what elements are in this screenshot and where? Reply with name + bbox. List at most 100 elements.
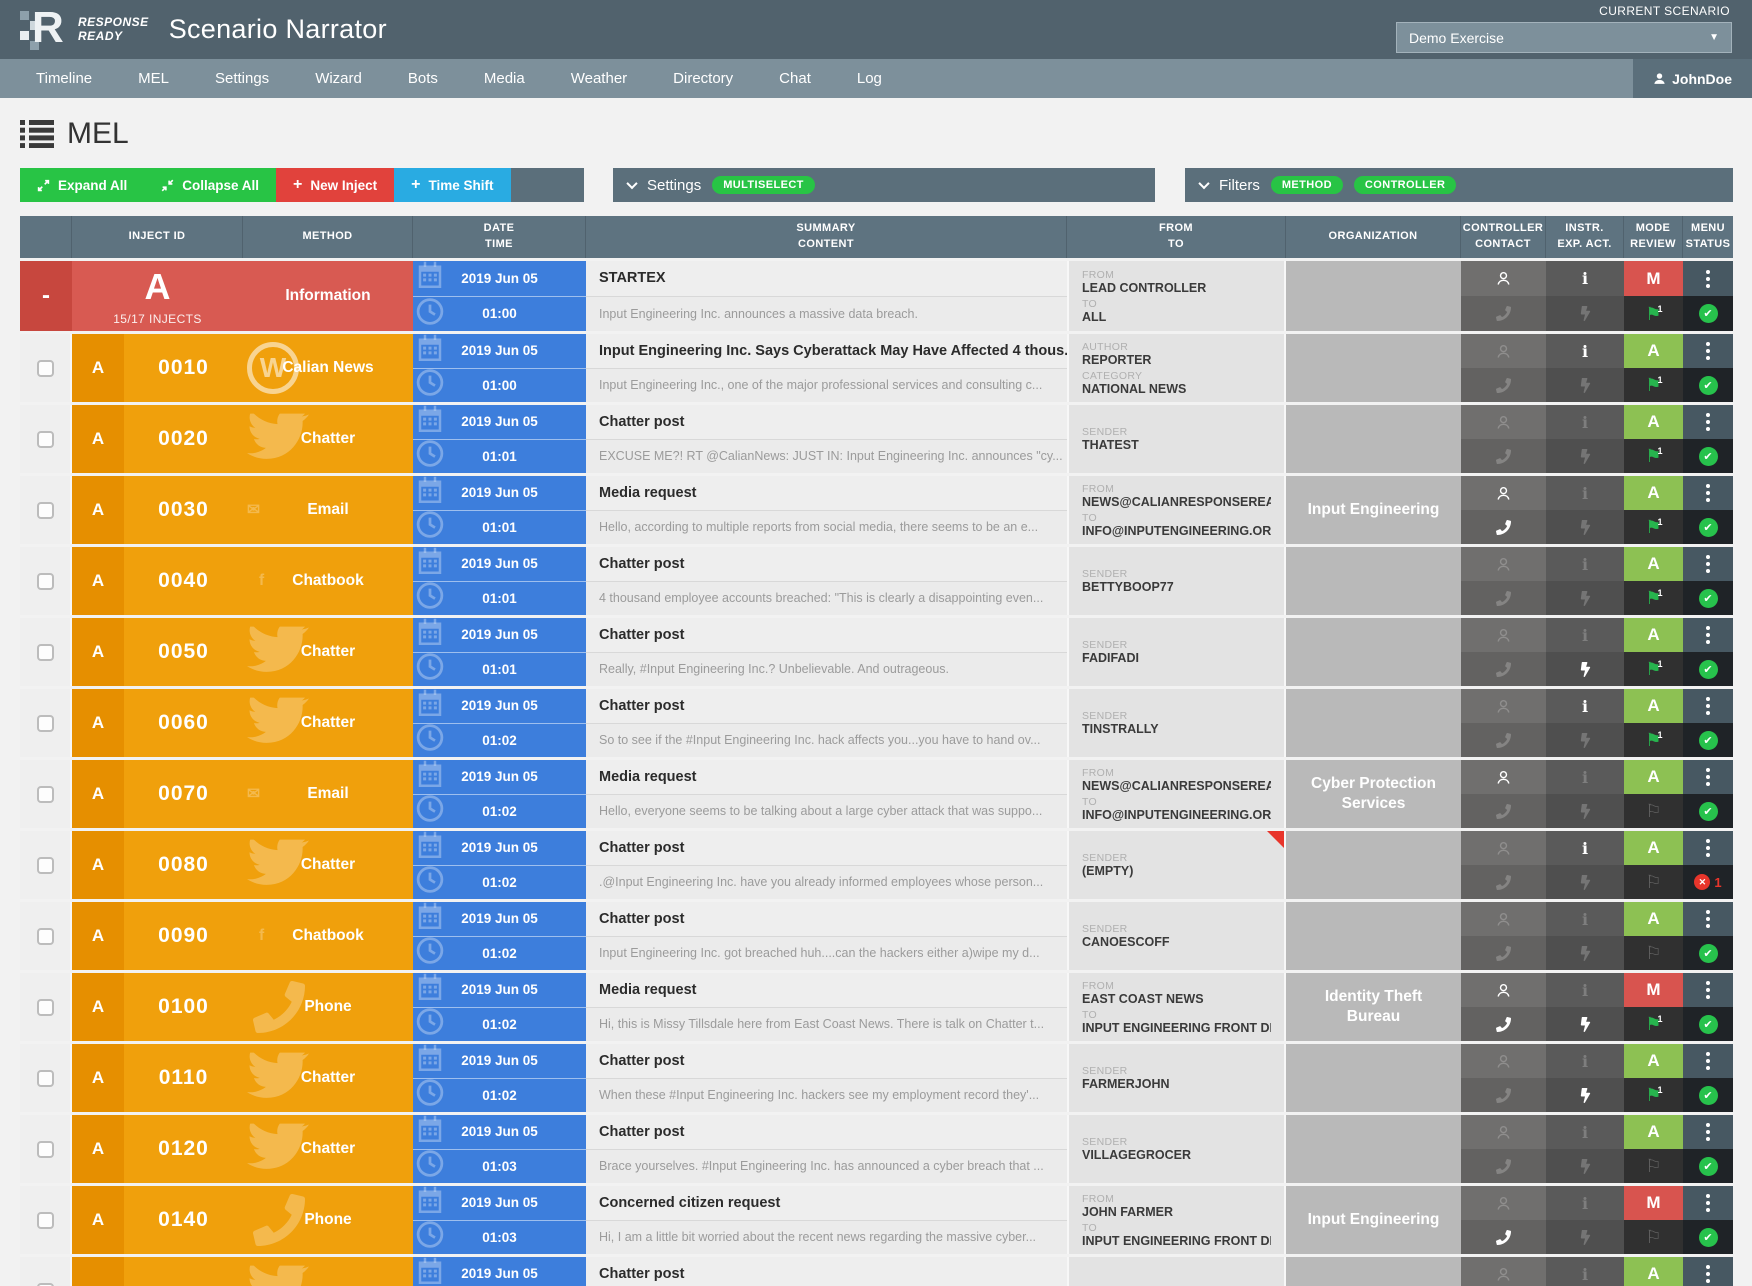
- row-checkbox[interactable]: [37, 502, 54, 519]
- row-select-cell: [20, 1044, 72, 1112]
- mel-inject-row[interactable]: A 0090 fChatbook 2019 Jun 05 01:02 Chatt…: [20, 902, 1733, 970]
- row-checkbox[interactable]: [37, 928, 54, 945]
- filters-panel-toggle[interactable]: Filters METHOD CONTROLLER: [1185, 168, 1733, 202]
- instr-exp-act-cell: i: [1546, 831, 1624, 899]
- inject-prefix-cell: A: [72, 547, 124, 615]
- inject-date: 2019 Jun 05: [461, 1266, 538, 1281]
- from-to-cell: AUTHORREPORTERCATEGORYNATIONAL NEWS: [1067, 334, 1286, 402]
- nav-item-wizard[interactable]: Wizard: [292, 59, 385, 98]
- row-checkbox[interactable]: [37, 360, 54, 377]
- bolt-icon: [1580, 306, 1591, 321]
- row-menu-kebab-icon[interactable]: [1706, 626, 1710, 644]
- row-checkbox[interactable]: [37, 1141, 54, 1158]
- row-checkbox[interactable]: [37, 1070, 54, 1087]
- person-icon: [1495, 1053, 1512, 1070]
- collapse-all-button[interactable]: Collapse All: [144, 168, 276, 202]
- plus-icon: +: [293, 176, 302, 194]
- mel-inject-row[interactable]: 2019 Jun 05 Chatter post SENDER i A ⚐ ✔: [20, 1257, 1733, 1286]
- mel-inject-row[interactable]: A 0020 Chatter 2019 Jun 05 01:01 Chatter…: [20, 405, 1733, 473]
- menu-status-cell: ✔: [1683, 405, 1733, 473]
- row-menu-kebab-icon[interactable]: [1706, 342, 1710, 360]
- user-menu[interactable]: JohnDoe: [1633, 59, 1752, 98]
- party-label: SENDER: [1082, 426, 1271, 438]
- inject-time: 01:01: [482, 662, 517, 677]
- nav-item-log[interactable]: Log: [834, 59, 905, 98]
- mel-inject-row[interactable]: A 0050 Chatter 2019 Jun 05 01:01 Chatter…: [20, 618, 1733, 686]
- mel-inject-row[interactable]: A 0030 ✉Email 2019 Jun 05 01:01 Media re…: [20, 476, 1733, 544]
- bolt-icon: [1580, 520, 1591, 535]
- mode-review-cell: A ⚐: [1624, 1257, 1683, 1286]
- row-menu-kebab-icon[interactable]: [1706, 768, 1710, 786]
- row-checkbox[interactable]: [37, 1212, 54, 1229]
- party-label: CATEGORY: [1082, 370, 1271, 382]
- row-menu-kebab-icon[interactable]: [1706, 910, 1710, 928]
- nav-item-weather[interactable]: Weather: [548, 59, 650, 98]
- scenario-dropdown[interactable]: Demo Exercise ▼: [1396, 22, 1732, 53]
- row-checkbox[interactable]: [37, 1283, 54, 1286]
- row-menu-kebab-icon[interactable]: [1706, 839, 1710, 857]
- menu-status-cell: ✔: [1683, 760, 1733, 828]
- row-menu-kebab-icon[interactable]: [1706, 1265, 1710, 1283]
- mode-review-cell: M ⚑1: [1624, 973, 1683, 1041]
- mel-inject-row[interactable]: A 0100 Phone 2019 Jun 05 01:02 Media req…: [20, 973, 1733, 1041]
- row-menu-kebab-icon[interactable]: [1706, 484, 1710, 502]
- info-icon: i: [1582, 1265, 1588, 1284]
- calendar-icon: [415, 1044, 445, 1078]
- row-checkbox[interactable]: [37, 715, 54, 732]
- row-menu-kebab-icon[interactable]: [1706, 555, 1710, 573]
- row-menu-kebab-icon[interactable]: [1706, 981, 1710, 999]
- mel-inject-row[interactable]: A 0060 Chatter 2019 Jun 05 01:02 Chatter…: [20, 689, 1733, 757]
- settings-panel-toggle[interactable]: Settings MULTISELECT: [613, 168, 1155, 202]
- nav-item-timeline[interactable]: Timeline: [13, 59, 115, 98]
- expand-all-button[interactable]: Expand All: [20, 168, 144, 202]
- calendar-icon: [415, 334, 445, 368]
- party-value: VILLAGEGROCER: [1082, 1148, 1271, 1162]
- row-checkbox[interactable]: [37, 999, 54, 1016]
- nav-item-bots[interactable]: Bots: [385, 59, 461, 98]
- mel-group-row[interactable]: - A 15/17 INJECTS Information 2019 Jun 0…: [20, 261, 1733, 331]
- mode-badge: A: [1647, 341, 1659, 361]
- mel-inject-row[interactable]: A 0080 Chatter 2019 Jun 05 01:02 Chatter…: [20, 831, 1733, 899]
- nav-item-mel[interactable]: MEL: [115, 59, 192, 98]
- time-shift-button[interactable]: + Time Shift: [394, 168, 510, 202]
- mel-inject-row[interactable]: A 0110 Chatter 2019 Jun 05 01:02 Chatter…: [20, 1044, 1733, 1112]
- status-ok-icon: ✔: [1699, 447, 1718, 466]
- method-cell: ✉Email: [243, 760, 413, 828]
- nav-item-directory[interactable]: Directory: [650, 59, 756, 98]
- info-icon: i: [1582, 413, 1588, 432]
- instr-exp-act-cell: i: [1546, 1186, 1624, 1254]
- row-select-cell: [20, 902, 72, 970]
- menu-status-cell: ✔: [1683, 902, 1733, 970]
- row-checkbox[interactable]: [37, 573, 54, 590]
- row-menu-kebab-icon[interactable]: [1706, 1123, 1710, 1141]
- from-to-cell: SENDERTHATEST: [1067, 405, 1286, 473]
- mel-inject-row[interactable]: A 0010 WCalian News 2019 Jun 05 01:00 In…: [20, 334, 1733, 402]
- mode-review-cell: A ⚐: [1624, 902, 1683, 970]
- nav-item-media[interactable]: Media: [461, 59, 548, 98]
- row-menu-kebab-icon[interactable]: [1706, 270, 1710, 288]
- phone-icon: [1496, 733, 1511, 748]
- new-inject-button[interactable]: + New Inject: [276, 168, 394, 202]
- mel-inject-row[interactable]: A 0070 ✉Email 2019 Jun 05 01:02 Media re…: [20, 760, 1733, 828]
- party-value: INPUT ENGINEERING FRONT DESK: [1082, 1021, 1271, 1035]
- row-checkbox[interactable]: [37, 431, 54, 448]
- mel-inject-row[interactable]: A 0040 fChatbook 2019 Jun 05 01:01 Chatt…: [20, 547, 1733, 615]
- inject-id-cell: 0110: [124, 1044, 243, 1112]
- settings-panel-label: Settings: [647, 177, 701, 194]
- summary-cell: Chatter post Input Engineering Inc. got …: [586, 902, 1067, 970]
- nav-item-chat[interactable]: Chat: [756, 59, 834, 98]
- mel-inject-row[interactable]: A 0120 Chatter 2019 Jun 05 01:03 Chatter…: [20, 1115, 1733, 1183]
- phone-icon: [1496, 946, 1511, 961]
- nav-item-settings[interactable]: Settings: [192, 59, 292, 98]
- mel-inject-row[interactable]: A 0140 Phone 2019 Jun 05 01:03 Concerned…: [20, 1186, 1733, 1254]
- row-checkbox[interactable]: [37, 857, 54, 874]
- row-menu-kebab-icon[interactable]: [1706, 1194, 1710, 1212]
- row-checkbox[interactable]: [37, 644, 54, 661]
- row-menu-kebab-icon[interactable]: [1706, 1052, 1710, 1070]
- method-label: Information: [285, 287, 370, 305]
- group-collapse-toggle[interactable]: -: [20, 261, 72, 331]
- row-menu-kebab-icon[interactable]: [1706, 413, 1710, 431]
- row-checkbox[interactable]: [37, 786, 54, 803]
- row-menu-kebab-icon[interactable]: [1706, 697, 1710, 715]
- party-label: TO: [1082, 512, 1271, 524]
